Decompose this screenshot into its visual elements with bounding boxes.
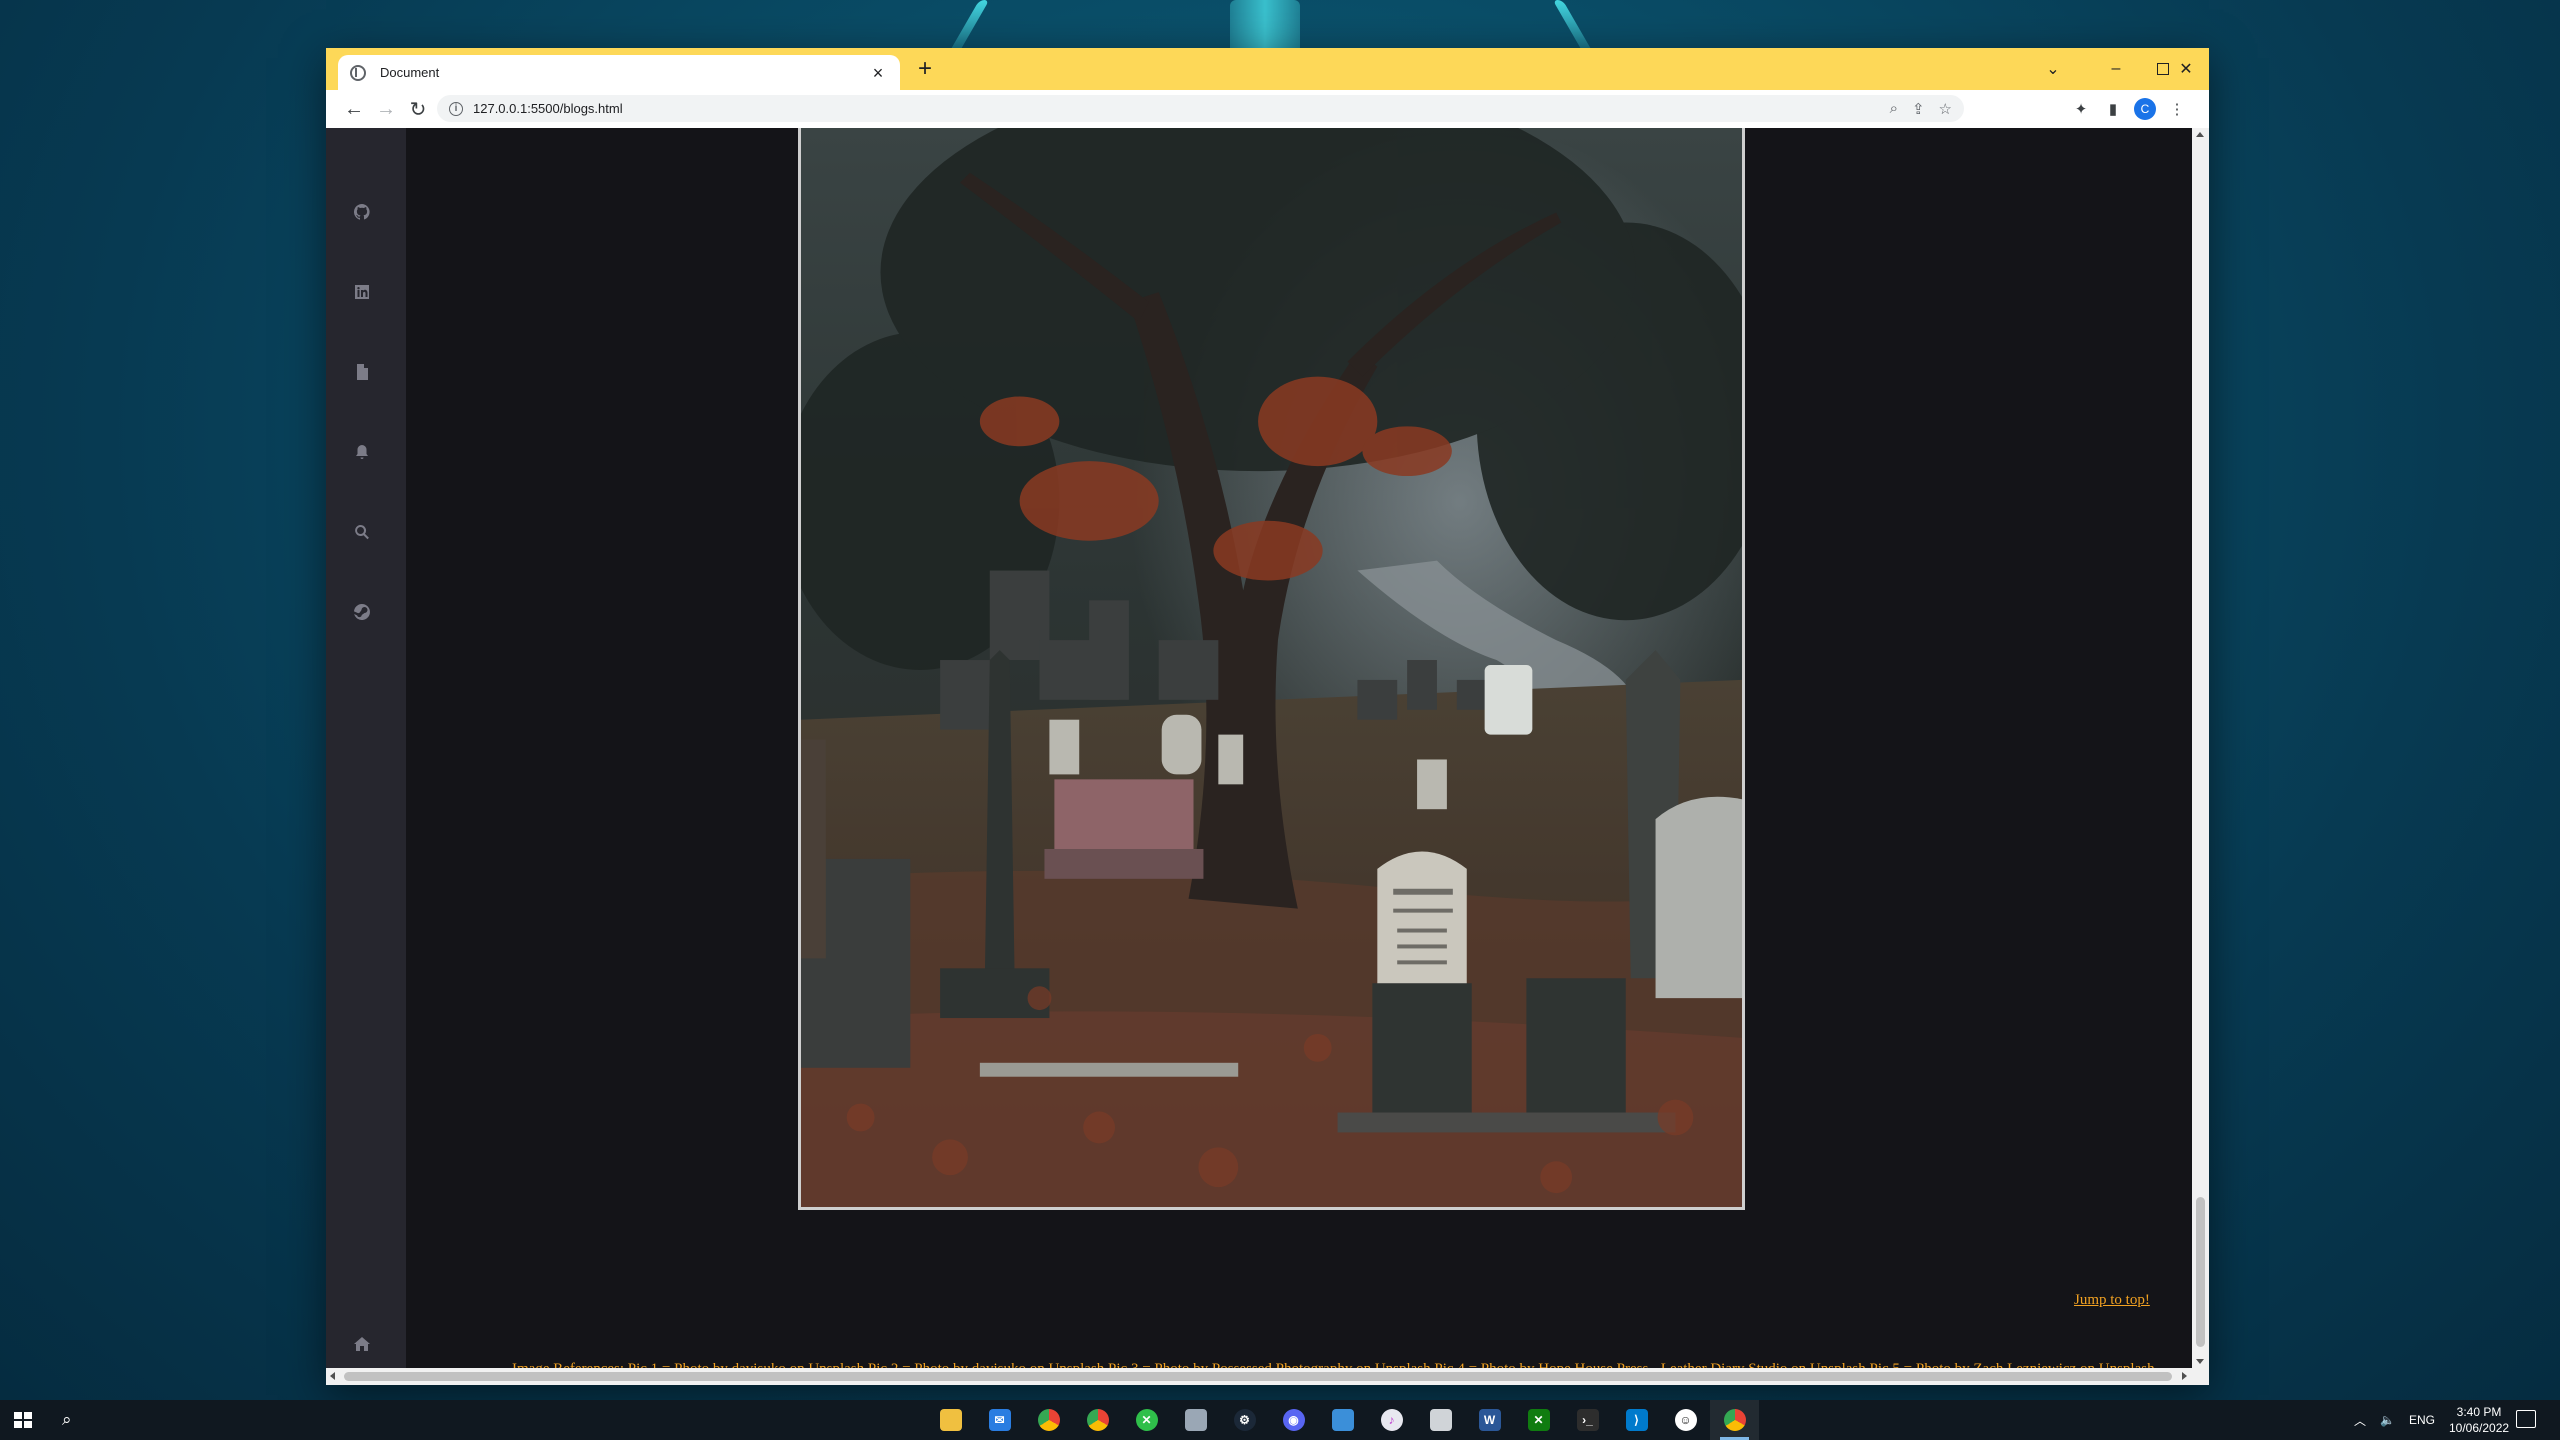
profile-avatar[interactable]: C: [2134, 98, 2156, 120]
clock-date: 10/06/2022: [2448, 1421, 2510, 1435]
clock[interactable]: 3:40 PM 10/06/2022: [2449, 1404, 2509, 1436]
windows-taskbar: ⌕ ✉ ✕ ⚙ ◉ ♪ W ✕ ›_ ⟩ ☺ ︿ 🔈 ENG 3:40 PM 1…: [0, 1400, 2560, 1440]
bell-icon[interactable]: [352, 442, 372, 462]
new-tab-button[interactable]: +: [914, 57, 936, 81]
blog-photo-cemetery: [798, 128, 1745, 1210]
search-icon[interactable]: [352, 522, 372, 542]
itunes-icon[interactable]: ♪: [1367, 1400, 1416, 1440]
browser-window: Document × + ⌄ – ✕ ← → ↻ i 127.0.0.1:550…: [326, 48, 2209, 1385]
image-references-text: Image References: Pic 1 = Photo by davis…: [512, 1360, 2182, 1368]
xbox-icon[interactable]: ✕: [1514, 1400, 1563, 1440]
scroll-up-arrow-icon[interactable]: [2196, 132, 2204, 137]
browser-toolbar: ← → ↻ i 127.0.0.1:5500/blogs.html ⌕ ⇪ ☆ …: [326, 90, 2209, 128]
chrome-icon[interactable]: [1024, 1400, 1073, 1440]
side-panel-icon[interactable]: ▮: [2102, 98, 2124, 120]
scroll-down-arrow-icon[interactable]: [2196, 1359, 2204, 1364]
browser-titlebar: Document × + ⌄ – ✕: [326, 48, 2209, 90]
back-button[interactable]: ←: [338, 93, 370, 125]
vscode-icon[interactable]: ⟩: [1612, 1400, 1661, 1440]
url-text[interactable]: 127.0.0.1:5500/blogs.html: [473, 101, 1890, 116]
emoji-icon[interactable]: ☺: [1661, 1400, 1710, 1440]
page-viewport: Jump to top! Image References: Pic 1 = P…: [326, 128, 2192, 1368]
terminal-icon[interactable]: ›_: [1563, 1400, 1612, 1440]
language-indicator[interactable]: ENG: [2409, 1413, 2435, 1427]
document-icon[interactable]: [352, 362, 372, 382]
close-window-button[interactable]: ✕: [2163, 48, 2209, 90]
horizontal-scrollbar[interactable]: [326, 1368, 2209, 1385]
close-tab-icon[interactable]: ×: [868, 64, 888, 82]
minimize-button[interactable]: –: [2093, 48, 2139, 90]
share-icon[interactable]: ⇪: [1912, 100, 1925, 118]
scroll-right-arrow-icon[interactable]: [2182, 1372, 2187, 1380]
app-icon[interactable]: [1318, 1400, 1367, 1440]
address-bar[interactable]: i 127.0.0.1:5500/blogs.html ⌕ ⇪ ☆: [437, 95, 1964, 122]
discord-icon[interactable]: ◉: [1269, 1400, 1318, 1440]
search-icon[interactable]: ⌕: [62, 1410, 82, 1430]
steam-icon[interactable]: [352, 602, 372, 622]
chrome-active-icon[interactable]: [1710, 1400, 1759, 1440]
tab-title: Document: [380, 65, 440, 80]
scroll-left-arrow-icon[interactable]: [330, 1372, 335, 1380]
clock-time: 3:40 PM: [2456, 1405, 2502, 1419]
reload-button[interactable]: ↻: [402, 93, 434, 125]
windows-start-icon[interactable]: [14, 1412, 32, 1428]
xbox-app-icon[interactable]: ✕: [1122, 1400, 1171, 1440]
horizontal-scroll-thumb[interactable]: [344, 1372, 2172, 1381]
system-tray: ︿ 🔈 ENG 3:40 PM 10/06/2022: [2354, 1400, 2509, 1440]
site-sidebar: [326, 128, 406, 1368]
extensions-puzzle-icon[interactable]: ✦: [2070, 98, 2092, 120]
volume-icon[interactable]: 🔈: [2380, 1413, 2395, 1427]
tab-search-chevron-icon[interactable]: ⌄: [2030, 48, 2076, 90]
linkedin-icon[interactable]: [352, 282, 372, 302]
chrome-icon[interactable]: [1073, 1400, 1122, 1440]
forward-button[interactable]: →: [370, 93, 402, 125]
browser-tab[interactable]: Document ×: [338, 55, 900, 90]
menu-kebab-icon[interactable]: ⋮: [2166, 98, 2188, 120]
files-icon[interactable]: [1171, 1400, 1220, 1440]
home-icon[interactable]: [352, 1334, 372, 1354]
steam-icon[interactable]: ⚙: [1220, 1400, 1269, 1440]
zoom-icon[interactable]: ⌕: [1890, 100, 1898, 118]
site-info-icon[interactable]: i: [449, 101, 463, 116]
file-explorer-icon[interactable]: [926, 1400, 975, 1440]
github-icon[interactable]: [352, 202, 372, 222]
app-icon[interactable]: [1416, 1400, 1465, 1440]
globe-icon: [350, 64, 366, 81]
jump-to-top-link[interactable]: Jump to top!: [2074, 1292, 2150, 1309]
mail-icon[interactable]: ✉: [975, 1400, 1024, 1440]
bookmark-star-icon[interactable]: ☆: [1939, 100, 1952, 118]
tray-chevron-icon[interactable]: ︿: [2354, 1412, 2366, 1429]
vertical-scrollbar[interactable]: [2192, 128, 2209, 1368]
word-icon[interactable]: W: [1465, 1400, 1514, 1440]
vertical-scroll-thumb[interactable]: [2196, 1197, 2205, 1347]
notification-center-icon[interactable]: [2516, 1410, 2536, 1428]
